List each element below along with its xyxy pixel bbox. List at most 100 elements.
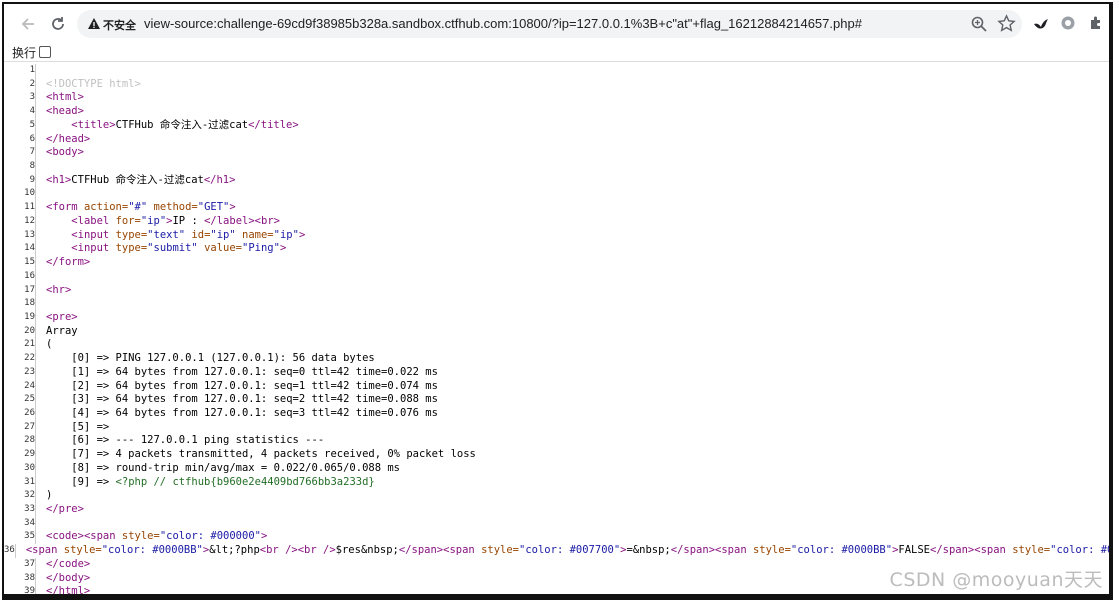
line-number: 34 bbox=[4, 516, 36, 531]
source-line: 29 [7] => 4 packets transmitted, 4 packe… bbox=[4, 448, 1109, 462]
line-number: 24 bbox=[4, 379, 36, 394]
code-token: &lt;?php bbox=[209, 544, 260, 557]
line-code: [7] => 4 packets transmitted, 4 packets … bbox=[36, 448, 476, 462]
line-code: [1] => 64 bytes from 127.0.0.1: seq=0 tt… bbox=[36, 366, 438, 380]
line-code: <head> bbox=[36, 105, 84, 119]
source-line: 13 <input type="text" id="ip" name="ip"> bbox=[4, 228, 1109, 243]
code-token: type= bbox=[115, 242, 148, 255]
reload-button[interactable] bbox=[46, 12, 70, 36]
line-number: 27 bbox=[4, 420, 36, 435]
code-token: "color: #007700" bbox=[1050, 544, 1113, 557]
code-token: <br /> bbox=[259, 544, 298, 557]
source-line: 15 </form> bbox=[4, 256, 1109, 270]
line-code: <title>CTFHub 命令注入-过滤cat</title> bbox=[36, 118, 299, 133]
source-line: 4 <head> bbox=[4, 105, 1109, 119]
code-token: [8] => round-trip min/avg/max = 0.022/0.… bbox=[46, 461, 401, 474]
code-token: "submit" bbox=[147, 242, 198, 255]
source-line: 25 [3] => 64 bytes from 127.0.0.1: seq=2… bbox=[4, 393, 1109, 407]
line-code: <code><span style="color: #000000"> bbox=[36, 530, 267, 544]
line-code: [6] => --- 127.0.0.1 ping statistics --- bbox=[36, 434, 324, 448]
code-token: <br> bbox=[254, 214, 280, 227]
extension-circle-icon[interactable] bbox=[1060, 15, 1076, 31]
line-code: <form action="#" method="GET"> bbox=[36, 201, 236, 215]
extension-puzzle-icon[interactable] bbox=[1088, 15, 1104, 31]
address-bar[interactable]: 不安全 view-source:challenge-69cd9f38985b32… bbox=[77, 10, 1022, 38]
line-number: 1 bbox=[4, 64, 36, 78]
code-token: name= bbox=[235, 228, 274, 241]
url-text[interactable]: view-source:challenge-69cd9f38985b328a.s… bbox=[144, 16, 862, 31]
line-code: [5] => bbox=[36, 421, 109, 435]
line-number: 9 bbox=[4, 173, 36, 188]
line-number: 16 bbox=[4, 269, 36, 284]
source-line: 1 bbox=[4, 64, 1109, 78]
code-token: ( bbox=[46, 338, 53, 351]
back-button[interactable] bbox=[16, 12, 40, 36]
source-line: 22 [0] => PING 127.0.0.1 (127.0.0.1): 56… bbox=[4, 352, 1109, 366]
source-line: 33 </pre> bbox=[4, 503, 1109, 517]
line-code: </code> bbox=[36, 558, 90, 572]
line-code: <label for="ip">IP : </label><br> bbox=[36, 215, 280, 229]
line-code: </form> bbox=[36, 256, 90, 270]
line-wrap-checkbox[interactable] bbox=[39, 46, 52, 58]
line-number: 7 bbox=[4, 146, 36, 161]
line-code: <!DOCTYPE html> bbox=[36, 78, 141, 92]
line-number: 32 bbox=[4, 489, 36, 503]
reload-icon bbox=[52, 17, 64, 30]
line-wrap-toggle[interactable]: 换行 bbox=[12, 44, 52, 60]
line-code: <body> bbox=[36, 146, 84, 160]
warning-icon bbox=[88, 18, 100, 29]
code-token: CTFHub 命令注入-过滤cat bbox=[115, 118, 249, 131]
code-token: [0] => PING 127.0.0.1 (127.0.0.1): 56 da… bbox=[46, 352, 375, 365]
code-token: "Ping" bbox=[242, 242, 280, 255]
code-token: FALSE bbox=[898, 544, 930, 557]
line-number: 29 bbox=[4, 448, 36, 462]
code-token: <span bbox=[974, 544, 1013, 557]
code-token: "ip" bbox=[140, 214, 167, 227]
source-line: 11 <form action="#" method="GET"> bbox=[4, 201, 1109, 215]
code-token: <span bbox=[83, 530, 122, 543]
line-code: [3] => 64 bytes from 127.0.0.1: seq=2 tt… bbox=[36, 393, 438, 407]
bird-extension-icon[interactable] bbox=[1032, 15, 1050, 33]
code-token: </span> bbox=[930, 544, 975, 557]
line-code: </head> bbox=[36, 133, 90, 147]
code-token: id= bbox=[185, 228, 211, 241]
line-code: ) bbox=[36, 489, 52, 503]
security-label[interactable]: 不安全 bbox=[103, 17, 136, 33]
line-code: </body> bbox=[36, 572, 90, 586]
line-number: 12 bbox=[4, 214, 36, 229]
source-line: 23 [1] => 64 bytes from 127.0.0.1: seq=0… bbox=[4, 365, 1109, 380]
star-icon[interactable] bbox=[997, 14, 1016, 33]
line-number: 6 bbox=[4, 132, 36, 147]
line-number: 10 bbox=[4, 187, 36, 202]
code-token: [6] => --- 127.0.0.1 ping statistics --- bbox=[46, 434, 325, 447]
source-line: 35 <code><span style="color: #000000"> bbox=[4, 530, 1109, 545]
line-number: 13 bbox=[4, 228, 36, 243]
line-code: </html> bbox=[36, 585, 90, 594]
code-token: </title> bbox=[248, 118, 299, 131]
code-token: </head> bbox=[46, 132, 91, 145]
code-token: <head> bbox=[46, 105, 84, 118]
line-number: 19 bbox=[4, 310, 36, 325]
zoom-icon[interactable] bbox=[970, 15, 988, 33]
line-number: 17 bbox=[4, 283, 36, 298]
code-token: </h1> bbox=[203, 173, 236, 186]
code-token: "ip" bbox=[273, 228, 299, 241]
code-token: =&nbsp; bbox=[626, 544, 671, 557]
code-token: <code> bbox=[46, 530, 84, 543]
source-line: 18 bbox=[4, 297, 1109, 311]
source-line: 19 <pre> bbox=[4, 310, 1109, 325]
source-line: 21 ( bbox=[4, 338, 1109, 353]
line-number: 5 bbox=[4, 118, 36, 133]
code-token: > bbox=[260, 530, 268, 543]
code-token: "color: #007700" bbox=[519, 544, 621, 557]
code-token: [2] => 64 bytes from 127.0.0.1: seq=1 tt… bbox=[46, 379, 438, 392]
code-token: > bbox=[298, 228, 306, 241]
source-line: 10 bbox=[4, 187, 1109, 202]
code-token: [5] => bbox=[46, 420, 110, 433]
source-line: 24 [2] => 64 bytes from 127.0.0.1: seq=1… bbox=[4, 379, 1109, 394]
code-token: <input bbox=[71, 242, 116, 255]
